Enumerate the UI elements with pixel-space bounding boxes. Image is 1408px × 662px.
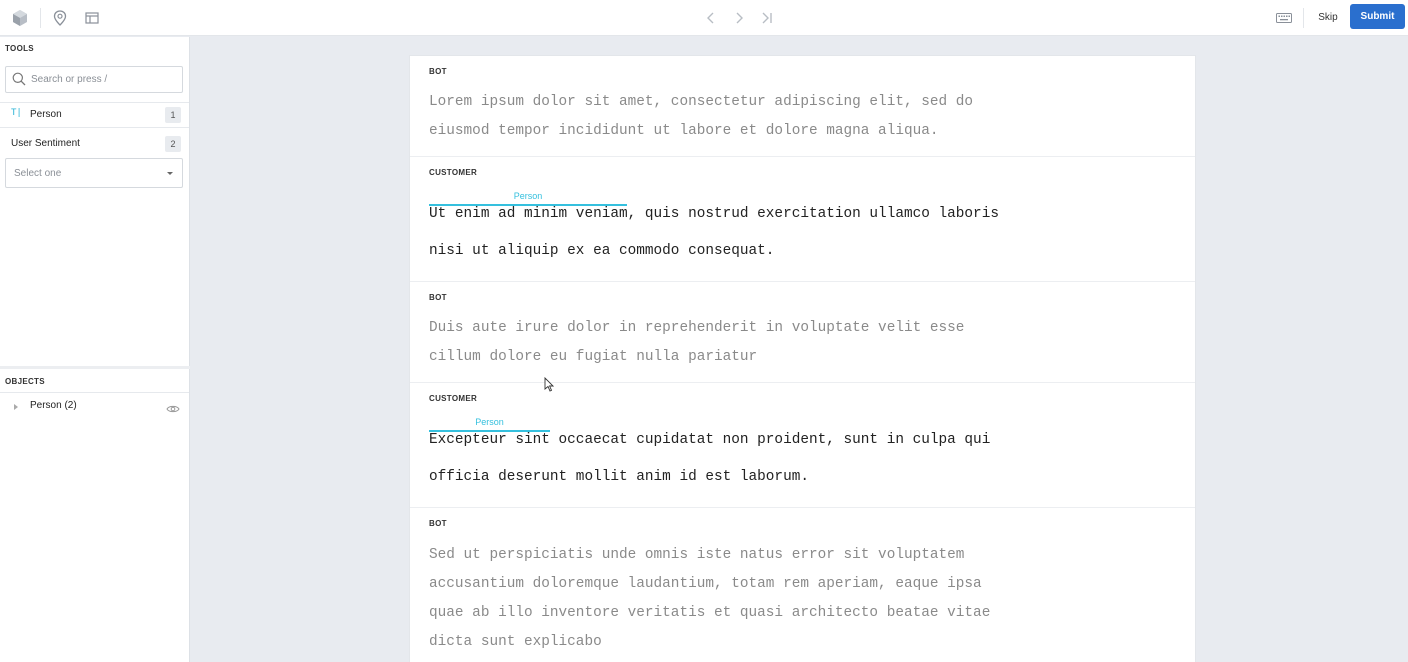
submit-button[interactable]: Submit	[1350, 4, 1405, 29]
message-line[interactable]: Ut enim ad minim veniam, quis nostrud ex…	[429, 206, 999, 222]
skip-button[interactable]: Skip	[1312, 6, 1344, 28]
message-bot: BOT Lorem ipsum dolor sit amet, consecte…	[410, 56, 1195, 157]
chevron-right-icon[interactable]	[14, 404, 18, 410]
message-bot: BOT Duis aute irure dolor in reprehender…	[410, 282, 1195, 383]
divider	[0, 102, 189, 103]
next-arrow-icon[interactable]	[729, 8, 749, 28]
message-line[interactable]: officia deserunt mollit anim id est labo…	[429, 469, 809, 485]
previous-arrow-icon[interactable]	[701, 8, 721, 28]
message-line[interactable]: Lorem ipsum dolor sit amet, consectetur …	[429, 94, 973, 110]
section-separator	[0, 366, 190, 369]
object-label: Person (2)	[30, 400, 77, 411]
message-line[interactable]: Sed ut perspiciatis unde omnis iste natu…	[429, 547, 964, 563]
speaker-label: BOT	[429, 293, 447, 302]
tools-section-title: TOOLS	[5, 44, 34, 53]
message-line[interactable]: Duis aute irure dolor in reprehenderit i…	[429, 320, 964, 336]
tool-label: Person	[30, 109, 62, 120]
chevron-down-icon	[167, 172, 173, 175]
divider	[0, 127, 189, 128]
message-line[interactable]: cillum dolore eu fugiat nulla pariatur	[429, 349, 757, 365]
sentiment-select[interactable]: Select one	[5, 158, 183, 188]
text-cursor-icon: T|	[11, 108, 22, 118]
message-line[interactable]: Excepteur sint occaecat cupidatat non pr…	[429, 432, 990, 448]
logo-cube-icon	[10, 8, 30, 28]
select-value: Select one	[14, 168, 62, 179]
objects-section-title: OBJECTS	[5, 377, 45, 386]
speaker-label: BOT	[429, 67, 447, 76]
toolbar-divider	[40, 8, 41, 28]
message-line[interactable]: quae ab illo inventore veritatis et quas…	[429, 605, 990, 621]
toolbar-divider	[1303, 8, 1304, 28]
skip-to-last-icon[interactable]	[757, 8, 777, 28]
layout-panel-icon[interactable]	[82, 8, 102, 28]
tool-count-badge: 2	[165, 136, 181, 152]
tool-item-user-sentiment[interactable]: User Sentiment 2	[0, 133, 189, 155]
message-line[interactable]: eiusmod tempor incididunt ut labore et d…	[429, 123, 939, 139]
speaker-label: CUSTOMER	[429, 394, 478, 403]
message-line[interactable]: accusantium doloremque laudantium, totam…	[429, 576, 982, 592]
top-toolbar: Skip Submit	[0, 0, 1408, 36]
message-line[interactable]: nisi ut aliquip ex ea commodo consequat.	[429, 243, 774, 259]
conversation-panel: BOT Lorem ipsum dolor sit amet, consecte…	[409, 55, 1196, 662]
tool-count-badge: 1	[165, 107, 181, 123]
search-input[interactable]: Search or press /	[5, 66, 183, 93]
divider	[0, 392, 189, 393]
mouse-cursor-icon	[544, 376, 555, 398]
eye-visibility-icon[interactable]	[166, 401, 180, 419]
message-customer: CUSTOMER Person Ut enim ad minim veniam,…	[410, 157, 1195, 282]
annotation-label[interactable]: Person	[429, 191, 627, 201]
search-icon	[12, 72, 26, 86]
object-item-person[interactable]: Person (2)	[0, 398, 189, 416]
left-sidebar: TOOLS Search or press / T| Person 1 User…	[0, 37, 190, 662]
search-placeholder: Search or press /	[31, 74, 108, 85]
location-pin-icon[interactable]	[50, 8, 70, 28]
message-line[interactable]: dicta sunt explicabo	[429, 634, 602, 650]
message-customer: CUSTOMER Person Excepteur sint occaecat …	[410, 383, 1195, 508]
speaker-label: BOT	[429, 519, 447, 528]
annotation-label[interactable]: Person	[429, 417, 550, 427]
message-bot: BOT Sed ut perspiciatis unde omnis iste …	[410, 508, 1195, 662]
tool-item-person[interactable]: T| Person 1	[0, 104, 189, 126]
tool-label: User Sentiment	[11, 138, 80, 149]
speaker-label: CUSTOMER	[429, 168, 478, 177]
keyboard-icon[interactable]	[1274, 8, 1294, 28]
